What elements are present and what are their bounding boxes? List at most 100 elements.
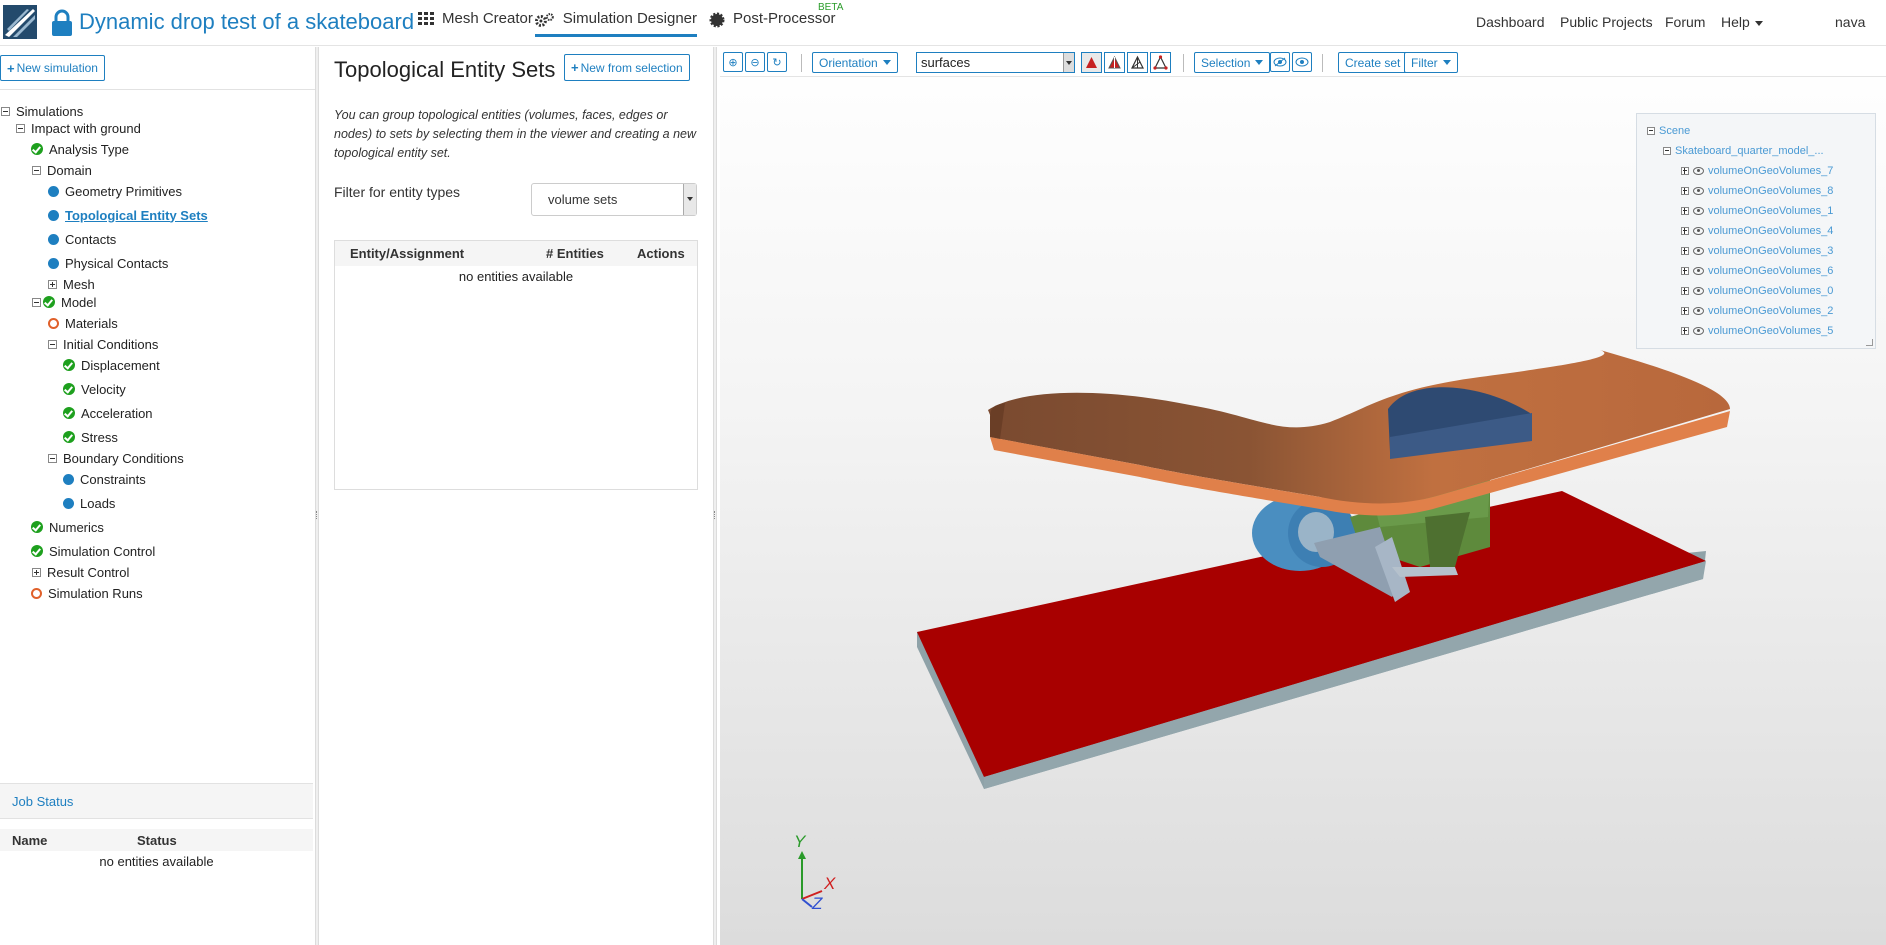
tree-label: Simulations bbox=[16, 103, 84, 119]
collapse-icon[interactable] bbox=[32, 165, 41, 175]
scene-volume-item[interactable]: volumeOnGeoVolumes_5 bbox=[1681, 324, 1833, 338]
tree-simulations[interactable]: Simulations bbox=[1, 102, 83, 120]
nav-dashboard[interactable]: Dashboard bbox=[1476, 14, 1545, 30]
tree-initial-conditions[interactable]: Initial Conditions bbox=[48, 335, 158, 353]
expand-icon[interactable] bbox=[1681, 267, 1689, 275]
tree-geometry-primitives[interactable]: Geometry Primitives bbox=[48, 182, 182, 200]
collapse-icon[interactable] bbox=[16, 123, 25, 133]
tree-materials[interactable]: Materials bbox=[48, 314, 118, 332]
eye-icon[interactable] bbox=[1693, 287, 1704, 295]
expand-icon[interactable] bbox=[1681, 227, 1689, 235]
eye-icon[interactable] bbox=[1693, 167, 1704, 175]
tree-loads[interactable]: Loads bbox=[63, 494, 115, 512]
project-title[interactable]: Dynamic drop test of a skateboard bbox=[79, 9, 414, 35]
tree-label: Impact with ground bbox=[31, 120, 141, 136]
resize-handle-icon[interactable] bbox=[1866, 339, 1873, 346]
expand-icon[interactable] bbox=[1681, 247, 1689, 255]
eye-icon[interactable] bbox=[1693, 247, 1704, 255]
tree-contacts[interactable]: Contacts bbox=[48, 230, 116, 248]
eye-icon[interactable] bbox=[1693, 207, 1704, 215]
eye-icon[interactable] bbox=[1693, 307, 1704, 315]
collapse-icon[interactable] bbox=[1663, 147, 1671, 155]
skateboard-deck[interactable] bbox=[988, 350, 1730, 516]
tree-topological-entity-sets[interactable]: Topological Entity Sets bbox=[48, 206, 208, 224]
scene-volume-label: volumeOnGeoVolumes_6 bbox=[1708, 265, 1834, 277]
tree-physical-contacts[interactable]: Physical Contacts bbox=[48, 254, 168, 272]
scene-tree-panel: Scene Skateboard_quarter_model_... volum… bbox=[1636, 113, 1876, 349]
eye-icon[interactable] bbox=[1693, 227, 1704, 235]
tab-post-processor[interactable]: Post-Processor bbox=[709, 10, 836, 40]
tree-constraints[interactable]: Constraints bbox=[63, 470, 146, 488]
scene-root[interactable]: Scene bbox=[1647, 124, 1690, 138]
tab-mesh-creator[interactable]: Mesh Creator bbox=[418, 10, 533, 40]
column-status: Status bbox=[137, 833, 177, 848]
scene-volume-item[interactable]: volumeOnGeoVolumes_8 bbox=[1681, 184, 1833, 198]
chevron-down-icon[interactable] bbox=[683, 184, 696, 215]
tab-simulation-designer[interactable]: Simulation Designer bbox=[535, 10, 697, 37]
entity-sets-panel: Topological Entity Sets + New from selec… bbox=[320, 47, 713, 945]
left-splitter[interactable] bbox=[315, 47, 319, 945]
tree-stress[interactable]: Stress bbox=[63, 428, 118, 446]
tree-simulation-control[interactable]: Simulation Control bbox=[31, 542, 155, 560]
eye-icon[interactable] bbox=[1693, 267, 1704, 275]
user-menu[interactable]: nava bbox=[1835, 14, 1865, 30]
drag-handle-icon[interactable] bbox=[316, 511, 318, 519]
expand-icon[interactable] bbox=[1681, 287, 1689, 295]
divider bbox=[0, 89, 316, 90]
expand-icon[interactable] bbox=[32, 567, 41, 577]
nav-forum[interactable]: Forum bbox=[1665, 14, 1705, 30]
scene-volume-item[interactable]: volumeOnGeoVolumes_3 bbox=[1681, 244, 1833, 258]
scene-volume-item[interactable]: volumeOnGeoVolumes_7 bbox=[1681, 164, 1833, 178]
z-axis-label: Z bbox=[811, 894, 823, 909]
tree-simulation-runs[interactable]: Simulation Runs bbox=[31, 584, 143, 602]
check-icon bbox=[43, 296, 55, 308]
tree-boundary-conditions[interactable]: Boundary Conditions bbox=[48, 449, 184, 467]
tree-numerics[interactable]: Numerics bbox=[31, 518, 104, 536]
expand-icon[interactable] bbox=[1681, 207, 1689, 215]
new-simulation-button[interactable]: + New simulation bbox=[0, 55, 105, 81]
tree-result-control[interactable]: Result Control bbox=[32, 563, 129, 581]
nav-public-projects[interactable]: Public Projects bbox=[1560, 14, 1653, 30]
scene-volume-item[interactable]: volumeOnGeoVolumes_1 bbox=[1681, 204, 1833, 218]
tree-displacement[interactable]: Displacement bbox=[63, 356, 160, 374]
eye-icon[interactable] bbox=[1693, 187, 1704, 195]
tree-impact-with-ground[interactable]: Impact with ground bbox=[16, 119, 141, 137]
expand-icon[interactable] bbox=[1681, 307, 1689, 315]
check-icon bbox=[63, 431, 75, 443]
simscale-logo[interactable] bbox=[3, 5, 37, 39]
top-navigation: Dynamic drop test of a skateboard Mesh C… bbox=[0, 0, 1886, 46]
job-status-title[interactable]: Job Status bbox=[0, 783, 313, 819]
tree-label: Physical Contacts bbox=[65, 255, 169, 271]
eye-icon[interactable] bbox=[1693, 327, 1704, 335]
filter-value: volume sets bbox=[548, 192, 618, 207]
panel-description: You can group topological entities (volu… bbox=[334, 108, 697, 160]
expand-icon[interactable] bbox=[1681, 327, 1689, 335]
new-from-selection-button[interactable]: + New from selection bbox=[564, 54, 690, 81]
collapse-icon[interactable] bbox=[1647, 127, 1655, 135]
tree-analysis-type[interactable]: Analysis Type bbox=[31, 140, 129, 158]
tree-label: Acceleration bbox=[81, 405, 153, 421]
collapse-icon[interactable] bbox=[32, 297, 41, 307]
tree-velocity[interactable]: Velocity bbox=[63, 380, 126, 398]
nav-help[interactable]: Help bbox=[1721, 14, 1763, 30]
expand-icon[interactable] bbox=[1681, 187, 1689, 195]
tree-domain[interactable]: Domain bbox=[32, 161, 92, 179]
right-splitter[interactable] bbox=[713, 47, 717, 945]
entity-type-filter-select[interactable]: volume sets bbox=[531, 183, 697, 216]
scene-volume-item[interactable]: volumeOnGeoVolumes_2 bbox=[1681, 304, 1833, 318]
collapse-icon[interactable] bbox=[48, 339, 57, 349]
scene-volume-item[interactable]: volumeOnGeoVolumes_0 bbox=[1681, 284, 1833, 298]
drag-handle-icon[interactable] bbox=[714, 511, 716, 519]
3d-viewer[interactable]: ⊕ ⊖ ↻ Orientation surfaces Selection Cre… bbox=[720, 47, 1886, 945]
scene-model-node[interactable]: Skateboard_quarter_model_... bbox=[1663, 144, 1824, 158]
expand-icon[interactable] bbox=[1681, 167, 1689, 175]
tree-mesh[interactable]: Mesh bbox=[48, 275, 95, 293]
table-header: Entity/Assignment # Entities Actions bbox=[335, 241, 697, 266]
scene-volume-item[interactable]: volumeOnGeoVolumes_4 bbox=[1681, 224, 1833, 238]
collapse-icon[interactable] bbox=[48, 453, 57, 463]
tree-model[interactable]: Model bbox=[32, 293, 96, 311]
tree-acceleration[interactable]: Acceleration bbox=[63, 404, 153, 422]
scene-volume-item[interactable]: volumeOnGeoVolumes_6 bbox=[1681, 264, 1833, 278]
collapse-icon[interactable] bbox=[1, 106, 10, 116]
expand-icon[interactable] bbox=[48, 279, 57, 289]
